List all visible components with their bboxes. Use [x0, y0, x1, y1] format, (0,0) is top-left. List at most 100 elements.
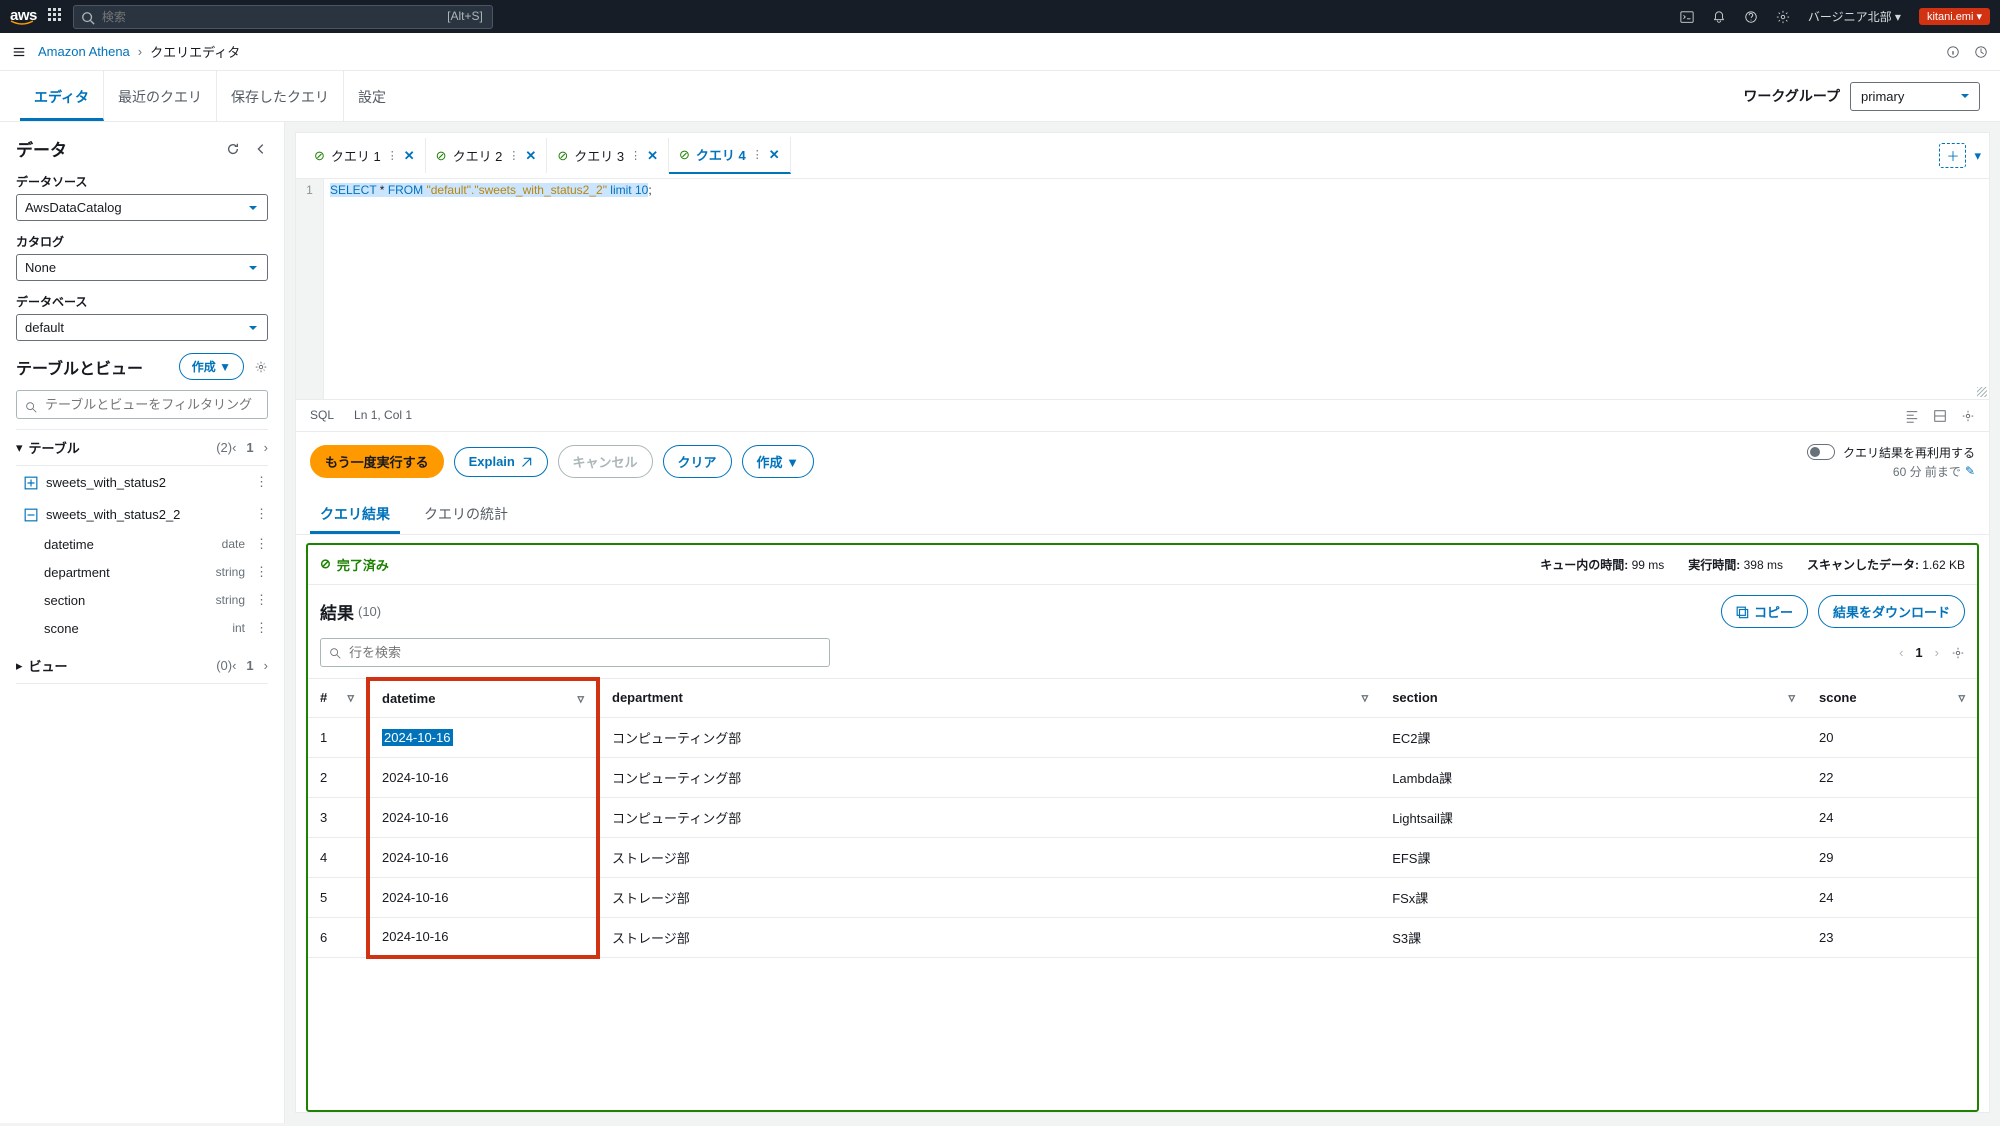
column-item[interactable]: sectionstring⋮ — [16, 586, 268, 614]
tab-editor[interactable]: エディタ — [20, 71, 104, 121]
sort-icon[interactable]: ▿ — [577, 691, 584, 707]
expand-icon[interactable]: ▸ — [16, 658, 23, 674]
sort-icon[interactable]: ▿ — [1788, 690, 1795, 706]
gear-icon[interactable] — [254, 359, 268, 375]
info-icon[interactable] — [1946, 44, 1960, 60]
global-search-input[interactable] — [73, 5, 493, 29]
kebab-icon[interactable]: ⋮ — [255, 536, 268, 552]
next-page-icon[interactable]: › — [1935, 645, 1939, 660]
datasource-select[interactable]: AwsDataCatalog — [16, 194, 268, 221]
query-tab-active[interactable]: ⊘クエリ 4⋮✕ — [669, 137, 791, 174]
col-header-index[interactable]: #▿ — [308, 679, 368, 718]
query-tab[interactable]: ⊘クエリ 3⋮✕ — [547, 138, 669, 173]
reuse-toggle[interactable] — [1807, 444, 1835, 460]
kebab-icon[interactable]: ⋮ — [255, 474, 268, 490]
collapse-sidebar-icon[interactable] — [254, 141, 268, 157]
kebab-icon[interactable]: ⋮ — [255, 506, 268, 522]
tab-saved[interactable]: 保存したクエリ — [217, 71, 344, 121]
table-row[interactable]: 32024-10-16コンピューティング部Lightsail課24 — [308, 797, 1977, 837]
sql-line[interactable]: SELECT * FROM "default"."sweets_with_sta… — [324, 179, 658, 399]
help-icon[interactable] — [1744, 9, 1758, 25]
aws-logo[interactable]: aws — [10, 7, 37, 26]
table-collapse-icon[interactable] — [24, 506, 38, 522]
views-section-header[interactable]: ▸ ビュー (0) ‹1› — [16, 648, 268, 684]
workgroup-select[interactable]: primary — [1850, 82, 1980, 111]
cell-datetime[interactable]: 2024-10-16 — [368, 717, 598, 757]
cell-datetime[interactable]: 2024-10-16 — [368, 917, 598, 957]
table-row[interactable]: 52024-10-16ストレージ部FSx課24 — [308, 877, 1977, 917]
create-button[interactable]: 作成 ▼ — [742, 445, 814, 478]
tables-section-header[interactable]: ▾ テーブル (2) ‹1› — [16, 429, 268, 466]
add-tab-button[interactable]: ＋ — [1939, 143, 1966, 168]
sort-icon[interactable]: ▿ — [1362, 690, 1369, 706]
cloudshell-icon[interactable] — [1680, 9, 1694, 25]
close-icon[interactable]: ✕ — [525, 148, 536, 164]
sql-editor[interactable]: 1 SELECT * FROM "default"."sweets_with_s… — [296, 179, 1989, 399]
tab-settings[interactable]: 設定 — [344, 71, 400, 121]
refresh-icon[interactable] — [226, 141, 240, 157]
refresh-page-icon[interactable] — [1974, 44, 1988, 60]
layout-icon[interactable] — [1933, 408, 1947, 423]
table-row[interactable]: 62024-10-16ストレージ部S3課23 — [308, 917, 1977, 957]
close-icon[interactable]: ✕ — [769, 147, 780, 163]
user-menu[interactable]: kitani.emi ▾ — [1919, 8, 1990, 25]
column-item[interactable]: departmentstring⋮ — [16, 558, 268, 586]
next-page-icon[interactable]: › — [264, 440, 268, 455]
gear-icon[interactable] — [1951, 645, 1965, 661]
kebab-icon[interactable]: ⋮ — [255, 620, 268, 636]
table-expand-icon[interactable] — [24, 474, 38, 490]
expand-icon[interactable]: ▾ — [16, 440, 23, 456]
breadcrumb-service[interactable]: Amazon Athena — [38, 44, 130, 59]
col-header-section[interactable]: section▿ — [1380, 679, 1807, 718]
cell-datetime[interactable]: 2024-10-16 — [368, 837, 598, 877]
region-selector[interactable]: バージニア北部 ▾ — [1808, 8, 1901, 25]
query-tab[interactable]: ⊘クエリ 2⋮✕ — [426, 138, 548, 173]
table-item[interactable]: sweets_with_status2 ⋮ — [16, 466, 268, 498]
prev-page-icon[interactable]: ‹ — [232, 440, 236, 455]
edit-icon[interactable]: ✎ — [1965, 464, 1975, 478]
next-page-icon[interactable]: › — [264, 658, 268, 673]
notifications-icon[interactable] — [1712, 9, 1726, 25]
tabs-menu-icon[interactable]: ▾ — [1974, 148, 1981, 164]
prev-page-icon[interactable]: ‹ — [1899, 645, 1903, 660]
tab-query-stats[interactable]: クエリの統計 — [414, 492, 518, 534]
prev-page-icon[interactable]: ‹ — [232, 658, 236, 673]
cell-datetime[interactable]: 2024-10-16 — [368, 797, 598, 837]
table-item[interactable]: sweets_with_status2_2 ⋮ — [16, 498, 268, 530]
format-icon[interactable] — [1905, 408, 1919, 423]
kebab-icon[interactable]: ⋮ — [255, 592, 268, 608]
kebab-icon[interactable]: ⋮ — [508, 149, 519, 162]
table-row[interactable]: 42024-10-16ストレージ部EFS課29 — [308, 837, 1977, 877]
table-row[interactable]: 12024-10-16コンピューティング部EC2課20 — [308, 717, 1977, 757]
col-header-department[interactable]: department▿ — [598, 679, 1380, 718]
cell-datetime[interactable]: 2024-10-16 — [368, 877, 598, 917]
row-filter-input[interactable] — [320, 638, 830, 667]
col-header-datetime[interactable]: datetime▿ — [368, 679, 598, 718]
kebab-icon[interactable]: ⋮ — [752, 148, 763, 161]
col-header-scone[interactable]: scone▿ — [1807, 679, 1977, 718]
column-item[interactable]: sconeint⋮ — [16, 614, 268, 642]
copy-button[interactable]: コピー — [1721, 595, 1808, 628]
query-tab[interactable]: ⊘クエリ 1⋮✕ — [304, 138, 426, 173]
kebab-icon[interactable]: ⋮ — [255, 564, 268, 580]
kebab-icon[interactable]: ⋮ — [387, 149, 398, 162]
database-select[interactable]: default — [16, 314, 268, 341]
services-grid-icon[interactable] — [47, 7, 63, 26]
tab-recent[interactable]: 最近のクエリ — [104, 71, 217, 121]
table-row[interactable]: 22024-10-16コンピューティング部Lambda課22 — [308, 757, 1977, 797]
explain-button[interactable]: Explain — [454, 447, 548, 477]
tab-query-results[interactable]: クエリ結果 — [310, 492, 400, 534]
column-item[interactable]: datetimedate⋮ — [16, 530, 268, 558]
cell-datetime[interactable]: 2024-10-16 — [368, 757, 598, 797]
close-icon[interactable]: ✕ — [404, 148, 415, 164]
run-again-button[interactable]: もう一度実行する — [310, 445, 444, 478]
kebab-icon[interactable]: ⋮ — [630, 149, 641, 162]
sort-icon[interactable]: ▿ — [347, 690, 354, 706]
create-table-button[interactable]: 作成 ▼ — [179, 353, 244, 380]
sort-icon[interactable]: ▿ — [1958, 690, 1965, 706]
clear-button[interactable]: クリア — [663, 445, 732, 478]
catalog-select[interactable]: None — [16, 254, 268, 281]
download-button[interactable]: 結果をダウンロード — [1818, 595, 1965, 628]
close-icon[interactable]: ✕ — [647, 148, 658, 164]
table-filter-input[interactable] — [16, 390, 268, 419]
